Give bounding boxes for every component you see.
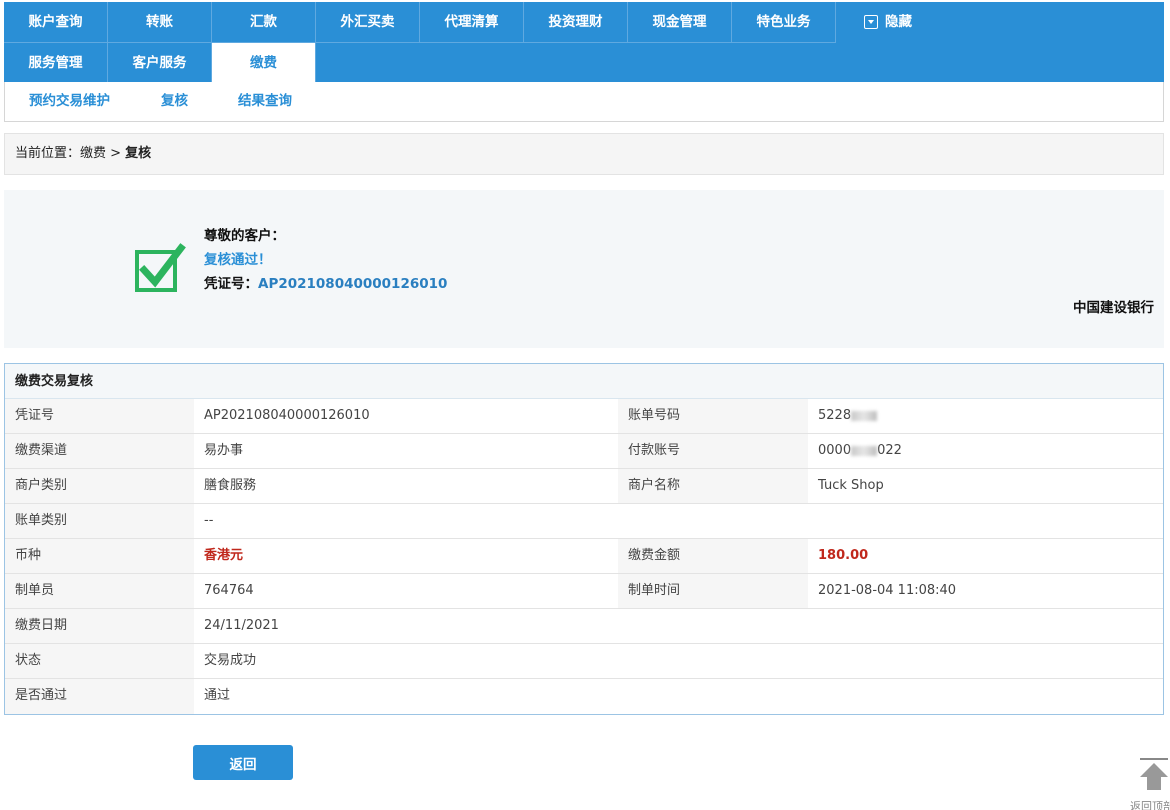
chevron-down-icon (864, 15, 878, 29)
nav-investment[interactable]: 投资理财 (524, 2, 628, 42)
nav-remittance[interactable]: 汇款 (212, 2, 316, 42)
cell-label: 缴费金额 (618, 539, 808, 573)
arrow-stem-icon (1147, 776, 1161, 790)
bill-number: 5228 (818, 408, 852, 423)
nav-special-business[interactable]: 特色业务 (732, 2, 836, 42)
cell-label: 缴费渠道 (5, 434, 194, 468)
cell-label: 付款账号 (618, 434, 808, 468)
table-row: 制单员 764764 制单时间 2021-08-04 11:08:40 (5, 574, 1163, 609)
table-row: 状态 交易成功 (5, 644, 1163, 679)
nav-forex[interactable]: 外汇买卖 (316, 2, 420, 42)
subnav-review[interactable]: 复核 (161, 82, 188, 120)
result-panel: 尊敬的客户： 复核通过！ 凭证号：AP202108040000126010 中国… (4, 190, 1164, 348)
cell-value: 易办事 (204, 443, 244, 458)
cell-value: 2021-08-04 11:08:40 (818, 583, 957, 598)
main-nav-row-1: 账户查询 转账 汇款 外汇买卖 代理清算 投资理财 现金管理 特色业务 隐藏 (4, 2, 940, 42)
cell-label: 币种 (5, 539, 194, 573)
payment-review-table: 缴费交易复核 凭证号 AP202108040000126010 账单号码 522… (4, 363, 1164, 715)
arrow-up-icon (1140, 763, 1168, 777)
review-status: 复核通过！ (204, 252, 272, 268)
bank-name: 中国建设银行 (1073, 300, 1154, 316)
cell-label: 是否通过 (5, 679, 194, 714)
amount-value: 180.00 (818, 548, 869, 563)
payer-account-prefix: 0000 (818, 443, 852, 458)
nav-customer-service[interactable]: 客户服务 (108, 43, 212, 83)
cell-value: 0000 022 (808, 434, 1163, 468)
cell-label: 商户类别 (5, 469, 194, 503)
cell-label: 制单员 (5, 574, 194, 608)
table-row: 缴费日期 24/11/2021 (5, 609, 1163, 644)
cell-value: 24/11/2021 (204, 618, 279, 633)
cell-label: 商户名称 (618, 469, 808, 503)
table-title: 缴费交易复核 (5, 364, 1163, 399)
cell-label: 账单类别 (5, 504, 194, 538)
cell-label: 账单号码 (618, 399, 808, 433)
payer-account-suffix: 022 (877, 443, 902, 458)
greeting-text: 尊敬的客户： (204, 228, 285, 244)
table-row: 币种 香港元 缴费金额 180.00 (5, 539, 1163, 574)
nav-account-query[interactable]: 账户查询 (4, 2, 108, 42)
nav-hide-toggle[interactable]: 隐藏 (836, 2, 940, 42)
back-button[interactable]: 返回 (193, 745, 293, 780)
cell-value: 764764 (204, 583, 254, 598)
nav-service-management[interactable]: 服务管理 (4, 43, 108, 83)
table-row: 账单类别 -- (5, 504, 1163, 539)
table-row: 缴费渠道 易办事 付款账号 0000 022 (5, 434, 1163, 469)
cell-value: AP202108040000126010 (204, 408, 370, 423)
back-to-top[interactable]: 返回顶部 (1128, 758, 1170, 810)
subnav-result-query[interactable]: 结果查询 (238, 82, 292, 120)
top-bar-icon (1140, 758, 1168, 760)
cell-value: Tuck Shop (818, 478, 884, 493)
cell-label: 制单时间 (618, 574, 808, 608)
cell-value: 交易成功 (204, 653, 257, 668)
table-row: 凭证号 AP202108040000126010 账单号码 5228 (5, 399, 1163, 434)
nav-payment[interactable]: 缴费 (212, 43, 316, 84)
nav-transfer[interactable]: 转账 (108, 2, 212, 42)
cell-value: -- (204, 513, 214, 528)
masked-digits (851, 445, 878, 456)
main-nav: 账户查询 转账 汇款 外汇买卖 代理清算 投资理财 现金管理 特色业务 隐藏 服… (4, 2, 1164, 84)
cell-value: 180.00 (808, 539, 1163, 573)
cell-value: 香港元 (194, 539, 618, 573)
breadcrumb-prefix: 当前位置：缴费 > (15, 146, 126, 161)
cell-label: 缴费日期 (5, 609, 194, 643)
breadcrumb: 当前位置：缴费 > 复核 (4, 133, 1164, 175)
cell-value: 5228 (808, 399, 1163, 433)
nav-agency-clearing[interactable]: 代理清算 (420, 2, 524, 42)
subnav-scheduled-maintenance[interactable]: 预约交易维护 (29, 82, 110, 120)
table-row: 商户类别 膳食服務 商户名称 Tuck Shop (5, 469, 1163, 504)
masked-digits (851, 410, 878, 421)
main-nav-row-2: 服务管理 客户服务 缴费 (4, 43, 316, 84)
cell-value: 通过 (204, 688, 231, 703)
nav-cash-management[interactable]: 现金管理 (628, 2, 732, 42)
currency-value: 香港元 (204, 548, 244, 563)
table-row: 是否通过 通过 (5, 679, 1163, 714)
breadcrumb-current: 复核 (125, 146, 152, 161)
cell-label: 状态 (5, 644, 194, 678)
nav-hide-label: 隐藏 (885, 14, 912, 30)
voucher-label: 凭证号： (204, 276, 258, 292)
cell-value: 膳食服務 (204, 478, 257, 493)
sub-nav: 预约交易维护 复核 结果查询 (4, 82, 1164, 122)
cell-label: 凭证号 (5, 399, 194, 433)
voucher-number: AP202108040000126010 (258, 276, 448, 292)
checkmark-icon (135, 243, 186, 292)
back-to-top-label: 返回顶部 (1130, 800, 1170, 810)
voucher-line: 凭证号：AP202108040000126010 (204, 272, 447, 292)
